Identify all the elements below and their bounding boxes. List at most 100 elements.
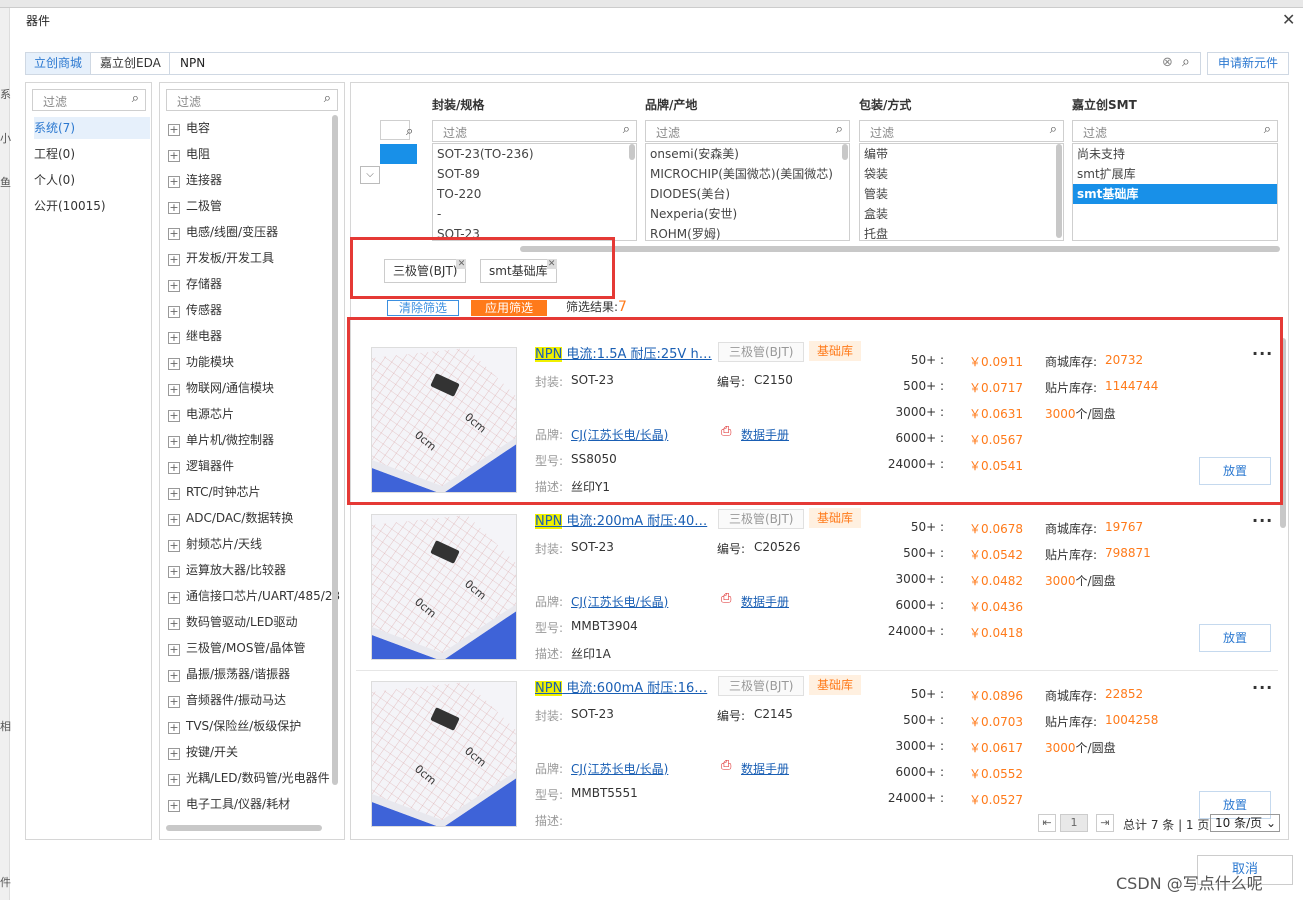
chevron-down-icon[interactable]: ⌵	[360, 166, 380, 184]
close-icon[interactable]: ✕	[546, 259, 557, 269]
selected-row[interactable]	[380, 144, 417, 164]
library-filter-input[interactable]: 过滤 ⌕	[32, 89, 146, 111]
expand-plus-icon[interactable]: +	[168, 800, 180, 812]
category-item[interactable]: + ADC/DAC/数据转换	[168, 507, 293, 529]
filter-option[interactable]: 编带	[860, 144, 1063, 164]
expand-plus-icon[interactable]: +	[168, 254, 180, 266]
expand-plus-icon[interactable]: +	[168, 722, 180, 734]
expand-plus-icon[interactable]: +	[168, 202, 180, 214]
expand-plus-icon[interactable]: +	[168, 436, 180, 448]
filter-option[interactable]: TO-220	[433, 184, 636, 204]
filter-column-input[interactable]: 过滤 ⌕	[645, 120, 850, 142]
category-item[interactable]: + 连接器	[168, 169, 222, 191]
category-item[interactable]: + 运算放大器/比较器	[168, 559, 286, 581]
category-badge[interactable]: 三极管(BJT)	[718, 509, 805, 529]
expand-plus-icon[interactable]: +	[168, 306, 180, 318]
more-options-icon[interactable]: ···	[1252, 678, 1273, 697]
filter-column-scrollbar[interactable]	[1056, 144, 1062, 238]
close-icon[interactable]: ✕	[456, 259, 467, 269]
brand-link[interactable]: CJ(江苏长电/长晶)	[571, 593, 668, 610]
prev-page-button[interactable]: ⇤	[1038, 814, 1056, 832]
filter-option[interactable]: 尚未支持	[1073, 144, 1277, 164]
expand-plus-icon[interactable]: +	[168, 488, 180, 500]
filter-chip-smt[interactable]: smt基础库 ✕	[480, 259, 557, 283]
category-filter-input[interactable]: 过滤 ⌕	[166, 89, 338, 111]
expand-plus-icon[interactable]: +	[168, 462, 180, 474]
close-icon[interactable]: ✕	[1282, 10, 1295, 29]
category-badge[interactable]: 三极管(BJT)	[718, 676, 805, 696]
category-item[interactable]: + 数码管驱动/LED驱动	[168, 611, 298, 633]
expand-plus-icon[interactable]: +	[168, 644, 180, 656]
category-item[interactable]: + 功能模块	[168, 351, 234, 373]
search-input[interactable]: NPN	[180, 53, 205, 74]
brand-link[interactable]: CJ(江苏长电/长晶)	[571, 760, 668, 777]
expand-plus-icon[interactable]: +	[168, 748, 180, 760]
apply-new-component-button[interactable]: 申请新元件	[1207, 52, 1289, 75]
category-item[interactable]: + 单片机/微控制器	[168, 429, 274, 451]
filter-option[interactable]: MICROCHIP(美国微芯)(美国微芯)	[646, 164, 849, 184]
category-item[interactable]: + 电感/线圈/变压器	[168, 221, 278, 243]
datasheet-link[interactable]: 数据手册	[741, 760, 789, 777]
filter-option[interactable]: 管装	[860, 184, 1063, 204]
product-title-link[interactable]: NPN 电流:600mA 耐压:16…	[535, 677, 715, 696]
expand-plus-icon[interactable]: +	[168, 384, 180, 396]
expand-plus-icon[interactable]: +	[168, 410, 180, 422]
expand-plus-icon[interactable]: +	[168, 280, 180, 292]
filter-option[interactable]: 袋装	[860, 164, 1063, 184]
expand-plus-icon[interactable]: +	[168, 124, 180, 136]
filter-option[interactable]: ROHM(罗姆)	[646, 224, 849, 240]
filter-option[interactable]: Nexperia(安世)	[646, 204, 849, 224]
category-item[interactable]: + 存储器	[168, 273, 222, 295]
expand-plus-icon[interactable]: +	[168, 774, 180, 786]
clear-search-icon[interactable]: ⊗	[1162, 55, 1173, 70]
filter-column-input[interactable]: 过滤 ⌕	[432, 120, 637, 142]
filter-option[interactable]: 盒装	[860, 204, 1063, 224]
datasheet-link[interactable]: 数据手册	[741, 593, 789, 610]
category-item[interactable]: + 逻辑器件	[168, 455, 234, 477]
category-item[interactable]: + 光耦/LED/数码管/光电器件	[168, 767, 330, 789]
category-h-scrollbar[interactable]	[166, 825, 322, 831]
filter-option[interactable]: 托盘	[860, 224, 1063, 240]
category-item[interactable]: + 电容	[168, 117, 210, 139]
product-thumbnail[interactable]: 0cm 0cm	[371, 514, 517, 660]
category-item[interactable]: + 继电器	[168, 325, 222, 347]
expand-plus-icon[interactable]: +	[168, 566, 180, 578]
category-item[interactable]: + 电源芯片	[168, 403, 234, 425]
expand-plus-icon[interactable]: +	[168, 592, 180, 604]
more-options-icon[interactable]: ···	[1252, 511, 1273, 530]
expand-plus-icon[interactable]: +	[168, 540, 180, 552]
category-item[interactable]: + 晶振/振荡器/谐振器	[168, 663, 290, 685]
library-item-personal[interactable]: 个人(0)	[34, 169, 150, 191]
category-item[interactable]: + 电阻	[168, 143, 210, 165]
filter-option[interactable]: SOT-89	[433, 164, 636, 184]
expand-plus-icon[interactable]: +	[168, 176, 180, 188]
expand-plus-icon[interactable]: +	[168, 150, 180, 162]
category-item[interactable]: + 电子工具/仪器/耗材	[168, 793, 290, 815]
category-scrollbar[interactable]	[332, 115, 338, 785]
expand-plus-icon[interactable]: +	[168, 358, 180, 370]
page-number[interactable]: 1	[1060, 814, 1088, 832]
next-page-button[interactable]: ⇥	[1096, 814, 1114, 832]
filter-column-scrollbar[interactable]	[629, 144, 635, 160]
tab-jlc-eda[interactable]: 嘉立创EDA	[92, 53, 170, 74]
apply-filter-button[interactable]: 应用筛选	[471, 300, 547, 316]
place-button[interactable]: 放置	[1199, 624, 1271, 652]
category-item[interactable]: + 通信接口芯片/UART/485/23	[168, 585, 340, 607]
product-title-link[interactable]: NPN 电流:200mA 耐压:40…	[535, 510, 715, 529]
per-page-select[interactable]: 10 条/页 ⌄	[1210, 814, 1280, 832]
expand-plus-icon[interactable]: +	[168, 514, 180, 526]
category-item[interactable]: + 三极管/MOS管/晶体管	[168, 637, 306, 659]
filter-option[interactable]: -	[433, 204, 636, 224]
filter-option[interactable]: smt基础库	[1073, 184, 1277, 204]
category-item[interactable]: + 物联网/通信模块	[168, 377, 274, 399]
product-thumbnail[interactable]: 0cm 0cm	[371, 681, 517, 827]
tab-lcsc-mall[interactable]: 立创商城	[26, 53, 92, 74]
expand-plus-icon[interactable]: +	[168, 618, 180, 630]
category-item[interactable]: + 传感器	[168, 299, 222, 321]
expand-plus-icon[interactable]: +	[168, 670, 180, 682]
expand-plus-icon[interactable]: +	[168, 228, 180, 240]
filter-option[interactable]: DIODES(美台)	[646, 184, 849, 204]
filter-option[interactable]: SOT-23(TO-236)	[433, 144, 636, 164]
filter-chip-bjt[interactable]: 三极管(BJT) ✕	[384, 259, 467, 283]
expand-plus-icon[interactable]: +	[168, 332, 180, 344]
